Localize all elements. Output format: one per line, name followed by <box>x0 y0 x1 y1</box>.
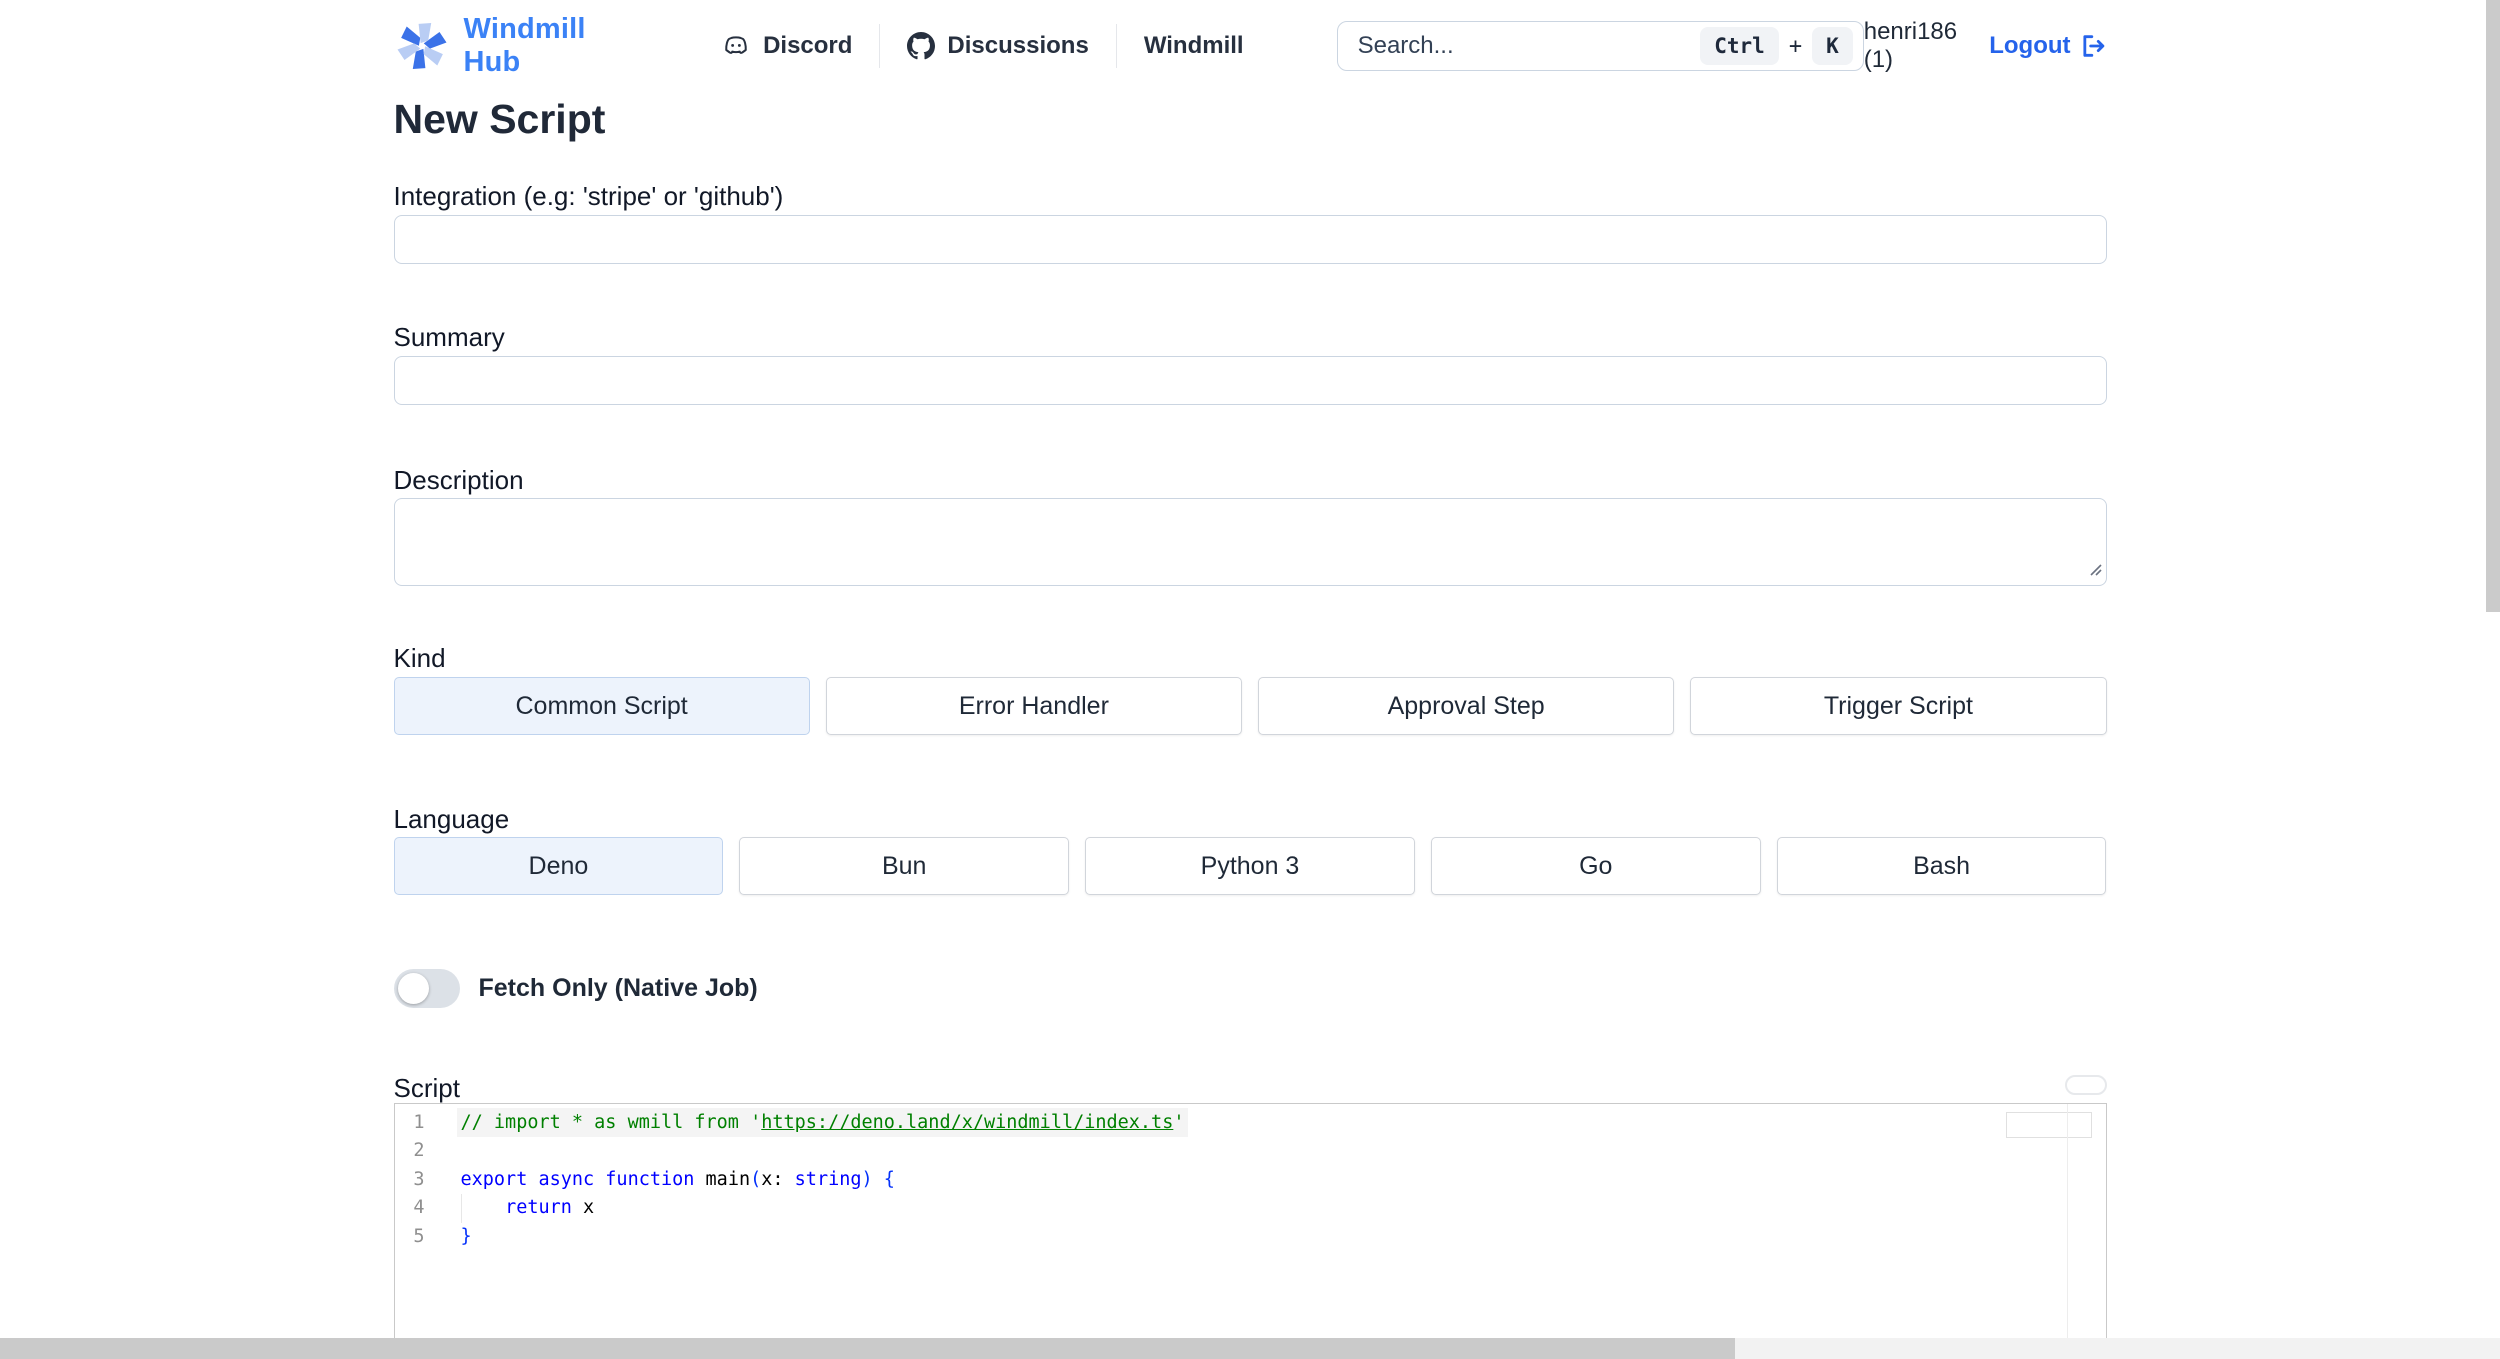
logout-button[interactable]: Logout <box>1989 32 2106 60</box>
kind-options: Common Script Error Handler Approval Step T… <box>393 677 2107 735</box>
line-content <box>425 1137 2106 1165</box>
resize-handle-icon[interactable] <box>2087 561 2102 581</box>
kbd-ctrl: Ctrl <box>1700 27 1779 65</box>
code-line[interactable]: 1 // import * as wmill from 'https://deno… <box>395 1109 2106 1137</box>
line-content: // import * as wmill from 'https://deno.… <box>425 1109 2106 1137</box>
line-number: 4 <box>413 1197 425 1219</box>
kind-label: Kind <box>393 643 446 673</box>
language-option-bash[interactable]: Bash <box>1776 837 2107 895</box>
top-nav: Windmill Hub Discord Discussions Windmil… <box>394 0 2107 92</box>
nav-item-label: Windmill <box>1143 32 1244 59</box>
code-token: return <box>505 1197 572 1219</box>
integration-input[interactable] <box>393 215 2107 264</box>
kind-option-common-script[interactable]: Common Script <box>393 677 810 735</box>
page-title: New Script <box>393 96 606 142</box>
language-options: Deno Bun Python 3 Go Bash <box>393 837 2107 895</box>
line-number: 2 <box>413 1140 425 1162</box>
discord-icon <box>721 31 751 61</box>
line-number: 3 <box>413 1168 425 1190</box>
description-textarea[interactable] <box>393 498 2107 586</box>
kbd-k: K <box>1812 27 1853 65</box>
description-label: Description <box>393 465 524 495</box>
code-line[interactable]: 2 <box>395 1137 2106 1165</box>
fetch-only-label: Fetch Only (Native Job) <box>478 974 758 1002</box>
line-number: 1 <box>413 1112 425 1133</box>
code-token: main <box>705 1168 751 1190</box>
horizontal-scrollbar-thumb[interactable] <box>0 1338 1735 1359</box>
code-token: x <box>571 1197 595 1219</box>
nav-item-discord[interactable]: Discord <box>721 31 852 61</box>
integration-label: Integration (e.g: 'stripe' or 'github') <box>393 181 784 211</box>
summary-input[interactable] <box>393 356 2107 405</box>
code-token: // import * as wmill from ' <box>460 1112 762 1133</box>
nav-item-discussions[interactable]: Discussions <box>907 32 1089 60</box>
username: henri186 (1) <box>1863 18 1958 73</box>
code-token: string <box>794 1168 862 1190</box>
search-placeholder: Search... <box>1357 32 1454 59</box>
indent-guide <box>460 1194 462 1223</box>
fetch-only-toggle[interactable] <box>393 969 460 1008</box>
github-icon <box>907 32 936 60</box>
summary-label: Summary <box>393 322 505 352</box>
windmill-logo-icon <box>394 18 450 74</box>
language-option-bun[interactable]: Bun <box>739 837 1070 895</box>
script-label: Script <box>393 1073 460 1103</box>
toggle-knob <box>397 973 429 1004</box>
language-option-python-3[interactable]: Python 3 <box>1085 837 1415 895</box>
code-editor[interactable]: 1 // import * as wmill from 'https://deno… <box>393 1103 2107 1359</box>
kind-option-approval-step[interactable]: Approval Step <box>1258 677 1675 735</box>
page: Windmill Hub Discord Discussions Windmil… <box>0 0 2500 1359</box>
code-token: ) <box>861 1168 884 1190</box>
code-token: { <box>883 1168 895 1190</box>
line-number: 5 <box>413 1225 425 1247</box>
kbd-plus: + <box>1788 33 1803 59</box>
line-content: return x <box>425 1194 2106 1223</box>
nav-item-windmill[interactable]: Windmill <box>1144 32 1244 60</box>
brand-link[interactable]: Windmill Hub <box>394 13 627 79</box>
code-line[interactable]: 4 return x <box>395 1194 2106 1223</box>
code-line[interactable]: 3 export async function main(x: string) { <box>395 1166 2106 1194</box>
kind-option-error-handler[interactable]: Error Handler <box>825 677 1242 735</box>
nav-divider <box>879 24 881 68</box>
logout-label: Logout <box>1989 32 2071 59</box>
code-token: x: <box>761 1168 795 1190</box>
horizontal-scrollbar-track[interactable] <box>0 1338 2500 1359</box>
code-token: } <box>460 1225 472 1247</box>
kind-option-trigger-script[interactable]: Trigger Script <box>1690 677 2107 735</box>
code-token: ( <box>750 1168 762 1190</box>
code-token: export async function <box>460 1168 706 1190</box>
new-script-form: New Script Integration (e.g: 'stripe' or… <box>393 96 2107 1359</box>
language-option-deno[interactable]: Deno <box>393 837 724 895</box>
language-option-go[interactable]: Go <box>1430 837 1761 895</box>
code-token: https://deno.land/x/windmill/index.ts <box>761 1112 1174 1133</box>
fetch-only-row: Fetch Only (Native Job) <box>393 969 2107 1008</box>
line-content: export async function main(x: string) { <box>425 1166 2106 1194</box>
nav-links: Discord Discussions Windmill <box>721 24 1244 68</box>
code-token: ' <box>1173 1112 1185 1133</box>
nav-item-label: Discord <box>763 32 853 59</box>
nav-item-label: Discussions <box>947 32 1089 59</box>
line-highlight: // import * as wmill from 'https://deno.… <box>460 1112 1185 1133</box>
code-line[interactable]: 5} <box>395 1223 2106 1251</box>
logout-icon <box>2079 32 2107 60</box>
nav-divider <box>1115 24 1117 68</box>
brand-name: Windmill Hub <box>463 13 586 78</box>
user-area: henri186 (1) Logout <box>1864 18 2107 74</box>
editor-collapse-pill[interactable] <box>2064 1075 2107 1095</box>
search-input[interactable]: Search... Ctrl + K <box>1336 21 1864 71</box>
language-label: Language <box>393 804 510 834</box>
line-content: } <box>425 1223 2106 1251</box>
vertical-scrollbar[interactable] <box>2486 0 2500 612</box>
